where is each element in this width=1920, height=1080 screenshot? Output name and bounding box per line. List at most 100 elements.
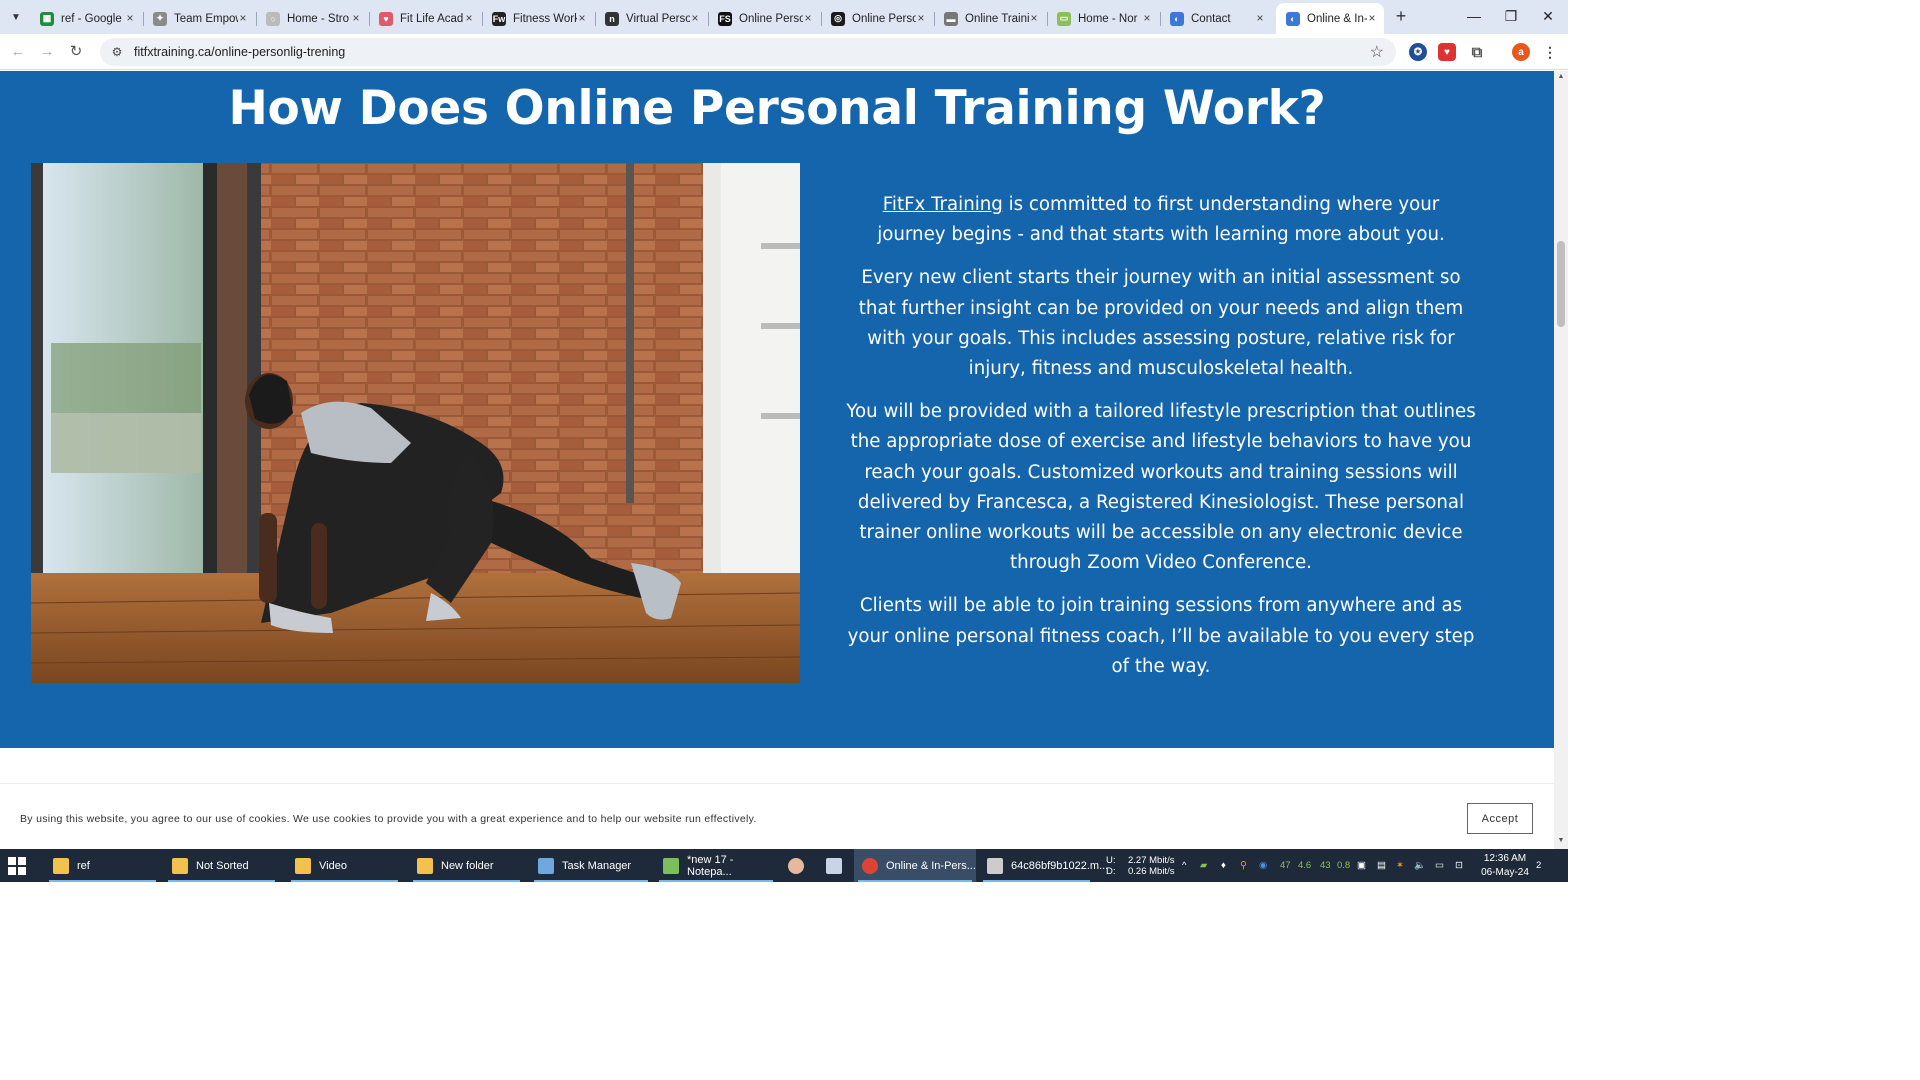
wifi-icon[interactable]: ⊡ — [1455, 849, 1463, 882]
tray-stat: 47 — [1280, 860, 1291, 871]
tab[interactable]: FS Online Perso × — [708, 3, 820, 34]
minimize-button[interactable]: — — [1454, 4, 1494, 28]
page-scrollbar[interactable]: ▲ ▼ — [1554, 71, 1568, 849]
tab[interactable]: ◎ Online Perso × — [821, 3, 933, 34]
tab[interactable]: Fw Fitness Work × — [482, 3, 594, 34]
heart-favicon-icon: ♥ — [379, 11, 393, 26]
scroll-thumb[interactable] — [1557, 241, 1565, 327]
close-icon[interactable]: × — [915, 12, 927, 24]
extension-icon[interactable]: ✪ — [1409, 43, 1427, 61]
net-speed-meter: 2.27 Mbit/s 0.26 Mbit/s — [1128, 849, 1174, 882]
favicon-icon: ✦ — [153, 11, 167, 26]
close-icon[interactable]: × — [1028, 12, 1040, 24]
net-down-value: 0.26 Mbit/s — [1128, 865, 1175, 877]
taskbar-item[interactable]: ref — [45, 849, 160, 882]
taskbar-label: Online & In-Pers... — [886, 859, 976, 872]
battery-icon[interactable]: ▭ — [1435, 849, 1444, 882]
puzzle-extensions-icon[interactable]: ⧉ — [1468, 43, 1486, 61]
favicon-icon: ◎ — [831, 11, 845, 26]
notifications-icon[interactable]: 2 — [1536, 849, 1541, 882]
search-tray-icon[interactable]: ⚲ — [1240, 849, 1247, 882]
taskbar-label: ref — [77, 859, 90, 872]
tab-search-button[interactable]: ▼ — [4, 6, 28, 28]
close-icon[interactable]: × — [124, 12, 136, 24]
taskbar-item[interactable]: 64c86bf9b1022.m... — [979, 849, 1108, 882]
new-tab-button[interactable]: + — [1390, 6, 1412, 28]
restore-button[interactable]: ❐ — [1491, 4, 1531, 28]
scroll-up-icon[interactable]: ▲ — [1554, 73, 1568, 85]
taskbar-item[interactable]: *new 17 - Notepa... — [655, 849, 777, 882]
taskbar-label: *new 17 - Notepa... — [687, 853, 734, 878]
favicon-icon: FS — [718, 11, 732, 26]
address-bar[interactable]: ⚙ fitfxtraining.ca/online-personlig-tren… — [100, 38, 1396, 66]
tab-title: Online Perso — [739, 12, 803, 25]
favicon-icon: ▭ — [1057, 11, 1071, 26]
paragraph: Clients will be able to join training se… — [847, 595, 1475, 677]
favicon-icon: ○ — [266, 11, 280, 26]
profile-avatar[interactable]: a — [1512, 43, 1530, 61]
close-icon[interactable]: × — [350, 12, 362, 24]
shield-tray-icon[interactable]: ♦ — [1221, 849, 1226, 882]
taskbar-item-active[interactable]: Online & In-Pers... — [854, 849, 976, 882]
taskbar-label: 64c86bf9b1022.m... — [1011, 859, 1109, 872]
tab[interactable]: ▬ Online Traini × — [934, 3, 1046, 34]
folder-icon — [172, 857, 188, 874]
tab-active[interactable]: ◐ Online & In- × — [1276, 3, 1384, 34]
accept-cookies-button[interactable]: Accept — [1467, 803, 1533, 834]
tab[interactable]: n Virtual Perso × — [595, 3, 707, 34]
system-clock[interactable]: 12:36 AM 06-May-24 — [1480, 852, 1530, 880]
forward-button[interactable]: → — [36, 41, 58, 63]
taskbar-item[interactable]: Not Sorted — [164, 849, 279, 882]
taskbar-label: Task Manager — [562, 859, 632, 872]
tab[interactable]: ✦ Team Empow × — [143, 3, 255, 34]
close-icon[interactable]: × — [802, 12, 814, 24]
tab-title: Contact — [1191, 12, 1231, 25]
bookmark-star-icon[interactable]: ☆ — [1370, 42, 1384, 62]
tab-title: Fitness Work — [513, 12, 577, 25]
close-window-button[interactable]: ✕ — [1528, 4, 1568, 28]
tab[interactable]: ♥ Fit Life Acad × — [369, 3, 481, 34]
close-icon[interactable]: × — [1141, 12, 1153, 24]
tray-chevron[interactable]: ^ — [1182, 849, 1186, 882]
windows-start-icon[interactable] — [8, 857, 26, 875]
taskbar-pinned[interactable] — [780, 849, 810, 882]
fitfx-training-link[interactable]: FitFx Training — [883, 194, 1003, 215]
tab[interactable]: ▦ ref - Google × — [30, 3, 142, 34]
calendar-tray-icon[interactable]: ▤ — [1377, 849, 1386, 882]
tab[interactable]: ◐ Contact × — [1160, 3, 1272, 34]
tab-title: Virtual Perso — [626, 12, 690, 25]
tab-title: Fit Life Acad — [400, 12, 464, 25]
reload-button[interactable]: ↻ — [65, 41, 87, 63]
volume-icon[interactable]: 🔈 — [1414, 849, 1426, 882]
favicon-icon: n — [605, 11, 619, 26]
close-icon[interactable]: × — [237, 12, 249, 24]
display-tray-icon[interactable]: ▣ — [1357, 849, 1366, 882]
paragraph: You will be provided with a tailored lif… — [846, 401, 1476, 574]
windows-taskbar: ref Not Sorted Video New folder Task Man… — [0, 849, 1568, 882]
tray-stat: 4.6 — [1298, 860, 1312, 871]
tab[interactable]: ▭ Home - Nor × — [1047, 3, 1159, 34]
tab[interactable]: ○ Home - Stro × — [256, 3, 368, 34]
site-info-icon[interactable]: ⚙ — [108, 45, 126, 59]
url-text[interactable]: fitfxtraining.ca/online-personlig-trenin… — [134, 45, 345, 59]
tray-app-icon[interactable]: ▰ — [1200, 849, 1207, 882]
taskbar-pinned[interactable] — [818, 849, 848, 882]
shield-extension-icon[interactable]: ♥ — [1438, 43, 1456, 61]
close-icon[interactable]: × — [463, 12, 475, 24]
menu-kebab-icon[interactable]: ⋮ — [1541, 43, 1559, 61]
task-manager-icon — [538, 857, 554, 874]
taskbar-item[interactable]: Video — [287, 849, 402, 882]
close-icon[interactable]: × — [576, 12, 588, 24]
close-icon[interactable]: × — [689, 12, 701, 24]
taskbar-item[interactable]: New folder — [409, 849, 524, 882]
back-button[interactable]: ← — [7, 41, 29, 63]
taskbar-item[interactable]: Task Manager — [530, 849, 652, 882]
close-icon[interactable]: × — [1254, 12, 1266, 24]
tray-stat: 43 — [1320, 860, 1331, 871]
folder-icon — [295, 857, 311, 874]
tray-app-icon[interactable]: ✶ — [1396, 849, 1404, 882]
network-tray-icon[interactable]: ◉ — [1259, 849, 1267, 882]
scroll-down-icon[interactable]: ▼ — [1554, 837, 1568, 849]
tab-title: Home - Stro — [287, 12, 349, 25]
close-icon[interactable]: × — [1366, 12, 1378, 24]
